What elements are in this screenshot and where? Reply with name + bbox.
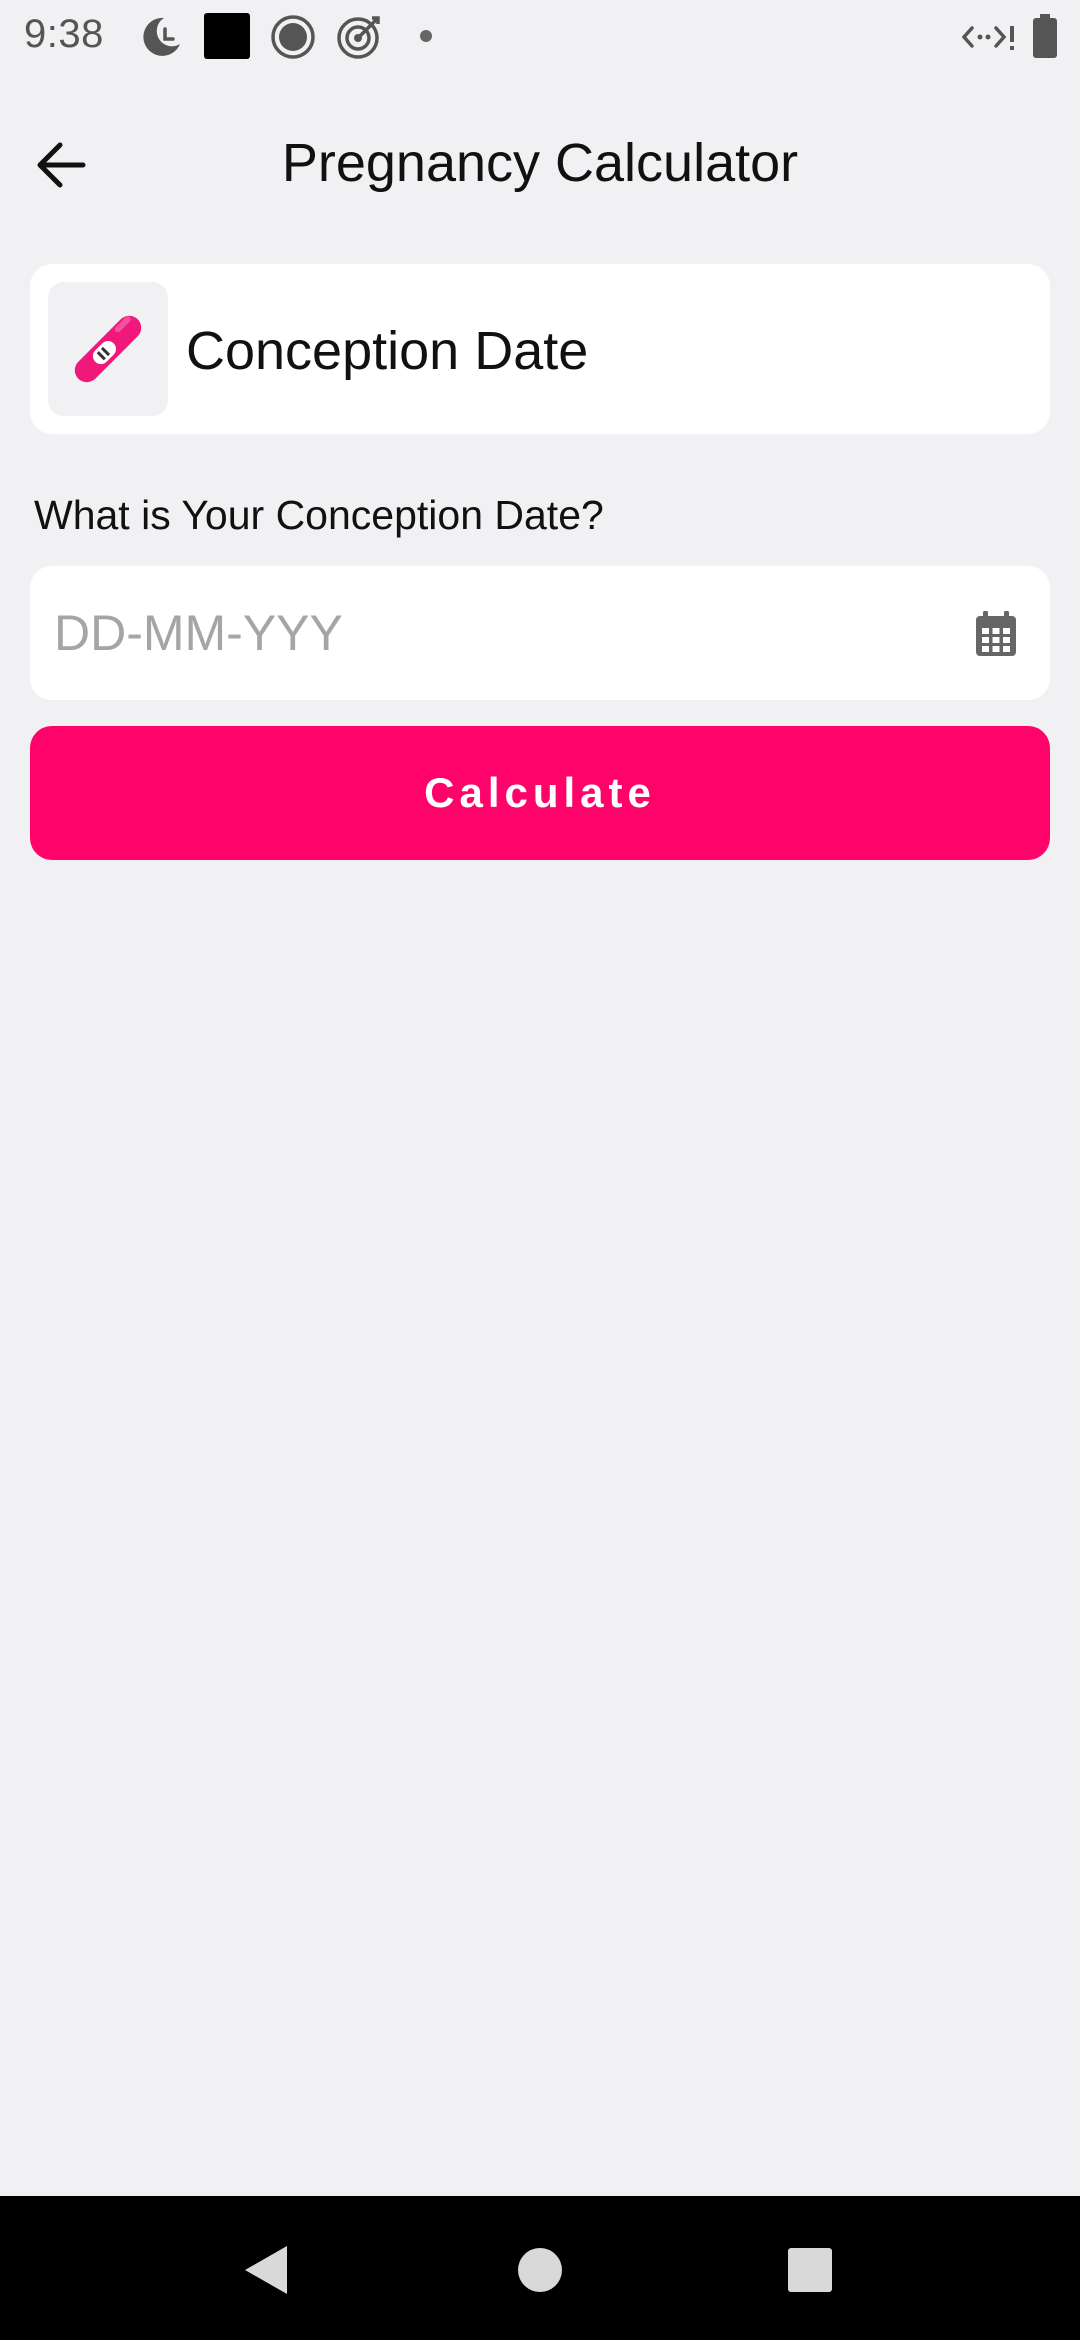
- question-label: What is Your Conception Date?: [34, 492, 604, 538]
- method-icon-tile: [48, 282, 168, 416]
- calendar-button[interactable]: [968, 606, 1024, 662]
- nav-recents-button[interactable]: [780, 2240, 840, 2300]
- nav-home-icon: [518, 2248, 562, 2292]
- conception-date-input[interactable]: [54, 596, 934, 670]
- system-nav-bar: [0, 2196, 1080, 2340]
- square-icon: [204, 13, 250, 59]
- date-input-container: [30, 566, 1050, 700]
- app-bar: Pregnancy Calculator: [0, 100, 1080, 230]
- network-icon: [961, 18, 1016, 63]
- nav-back-button[interactable]: [236, 2240, 296, 2300]
- status-bar: 9:38: [0, 0, 1080, 72]
- page-title: Pregnancy Calculator: [281, 133, 799, 193]
- record-icon: [270, 14, 316, 65]
- pregnancy-test-icon: [74, 315, 142, 383]
- nav-back-icon: [245, 2246, 287, 2294]
- calendar-icon: [976, 611, 1016, 656]
- method-title: Conception Date: [186, 321, 589, 381]
- battery-icon: [1032, 14, 1058, 63]
- screen: 9:38 Pregnancy Calculator Conception Dat…: [0, 0, 1080, 2340]
- target-icon: [336, 14, 384, 65]
- nav-home-button[interactable]: [510, 2240, 570, 2300]
- status-time: 9:38: [24, 12, 104, 56]
- moon-clock-icon: [138, 14, 184, 65]
- method-card: Conception Date: [30, 264, 1050, 434]
- calculate-button[interactable]: Calculate: [30, 726, 1050, 860]
- dot-icon: [420, 30, 432, 42]
- nav-recents-icon: [788, 2248, 832, 2292]
